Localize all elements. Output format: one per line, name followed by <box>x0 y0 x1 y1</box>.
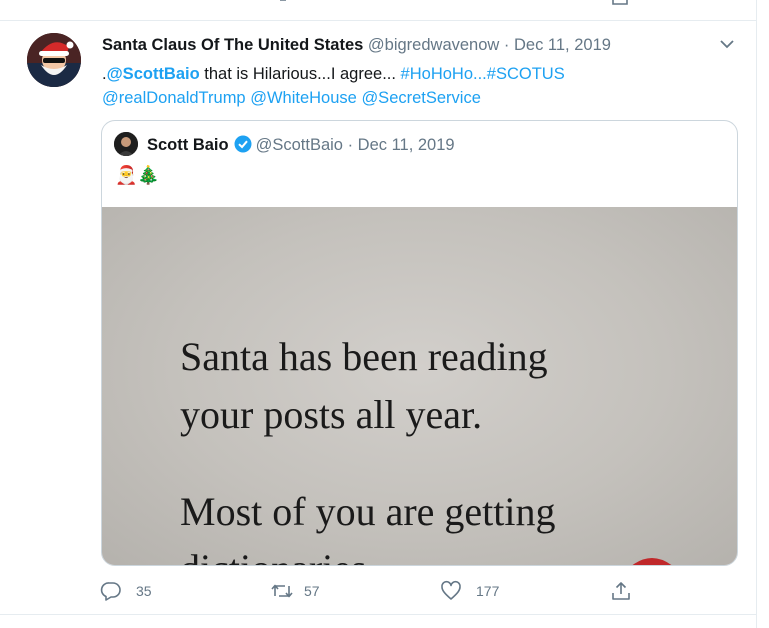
retweet-icon[interactable] <box>274 0 292 6</box>
person-avatar-icon <box>114 132 138 156</box>
caret-down-icon[interactable] <box>719 38 735 50</box>
reply-count: 35 <box>136 583 152 599</box>
retweet-button[interactable]: 57 <box>270 580 320 602</box>
image-text-line: Most of you are getting <box>180 489 556 534</box>
avatar[interactable] <box>27 33 81 87</box>
santa-hat-icon <box>632 558 672 565</box>
mention-link[interactable]: @ScottBaio <box>107 65 200 83</box>
previous-tweet-action-bar <box>0 0 756 21</box>
author-name[interactable]: Scott Baio <box>147 136 229 154</box>
verified-badge-icon <box>234 135 252 153</box>
mention-link[interactable]: @WhiteHouse <box>250 89 357 107</box>
quoted-tweet[interactable]: Scott Baio @ScottBaio · Dec 11, 2019 🎅🎄 S… <box>101 120 738 566</box>
santa-avatar-icon <box>27 33 81 87</box>
retweet-icon <box>271 584 293 598</box>
share-button[interactable] <box>610 580 632 602</box>
tweet-divider <box>0 614 756 615</box>
quoted-tweet-header: Scott Baio @ScottBaio · Dec 11, 2019 <box>147 135 455 155</box>
author-handle[interactable]: @ScottBaio <box>256 136 343 154</box>
quoted-tweet-image[interactable]: Santa has been reading your posts all ye… <box>102 207 737 565</box>
like-count: 177 <box>476 583 500 599</box>
reply-icon <box>100 582 121 601</box>
quoted-tweet-emojis: 🎅🎄 <box>115 165 160 185</box>
reply-button[interactable]: 35 <box>100 580 152 602</box>
separator-dot: · <box>503 36 510 54</box>
author-handle[interactable]: @bigredwavenow <box>368 36 499 54</box>
hashtag-link[interactable]: #HoHoHo <box>401 65 473 83</box>
tweet-date[interactable]: Dec 11, 2019 <box>358 136 455 154</box>
reply-icon[interactable] <box>105 0 123 6</box>
like-button[interactable]: 177 <box>440 580 499 602</box>
tweet-text: .@ScottBaio that is Hilarious...I agree.… <box>102 62 732 110</box>
retweet-count: 57 <box>304 583 320 599</box>
share-icon[interactable] <box>611 0 629 6</box>
mention-link[interactable]: @realDonaldTrump <box>102 89 246 107</box>
image-text-line: Santa has been reading <box>180 334 548 379</box>
image-text-line: dictionaries. <box>180 545 377 565</box>
avatar[interactable] <box>114 132 138 156</box>
tweet-date[interactable]: Dec 11, 2019 <box>514 36 611 54</box>
tweet-header: Santa Claus Of The United States @bigred… <box>102 36 611 55</box>
separator-dot: · <box>347 136 354 154</box>
like-icon[interactable] <box>441 0 459 6</box>
share-icon <box>612 582 630 600</box>
text-body: that is Hilarious...I agree... <box>199 65 401 83</box>
ellipsis-text: ... <box>473 65 487 83</box>
tweet[interactable]: Santa Claus Of The United States @bigred… <box>0 21 756 615</box>
image-text-line: your posts all year. <box>180 392 483 437</box>
author-name[interactable]: Santa Claus Of The United States <box>102 36 363 54</box>
like-icon <box>441 580 461 600</box>
mention-link[interactable]: @SecretService <box>361 89 480 107</box>
hashtag-link[interactable]: #SCOTUS <box>487 65 565 83</box>
timeline-border <box>756 0 757 628</box>
